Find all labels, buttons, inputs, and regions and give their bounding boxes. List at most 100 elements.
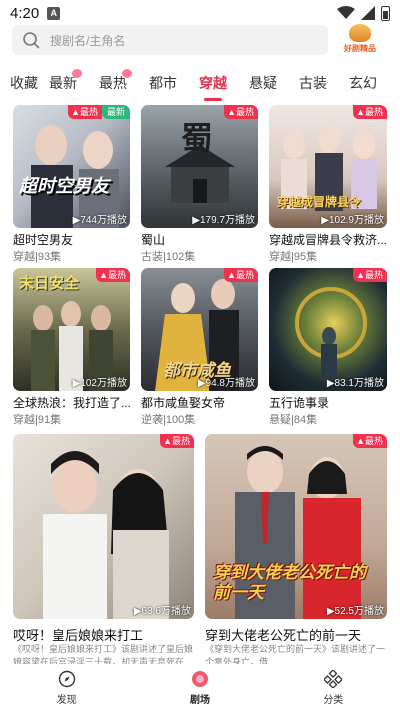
play-count-text: 83.1万播放 xyxy=(334,378,384,389)
drama-card[interactable]: 穿越成冒牌县令 ▲最热 ▶102.9万播放 穿越成冒牌县令救济... 穿越|95… xyxy=(269,105,387,263)
tab-label: 最热 xyxy=(99,75,127,91)
hot-badge-label: 最热 xyxy=(235,107,254,117)
bottom-navigation: 发现 剧场 分类 xyxy=(0,664,400,711)
drama-card[interactable]: 末日安全 ▲最热 ▶102万播放 全球热浪：我打造了... 穿越|91集 xyxy=(13,268,130,426)
hot-badge: ▲最热 xyxy=(353,268,387,282)
poster-art xyxy=(43,451,169,619)
play-count-text: 102万播放 xyxy=(80,378,127,389)
play-count: ▶63.6万播放 xyxy=(133,606,191,617)
hot-badge-label: 最热 xyxy=(171,436,190,446)
hot-badge: ▲最热 xyxy=(353,434,387,448)
hot-badge-label: 最热 xyxy=(364,270,383,280)
status-icons xyxy=(337,5,390,21)
nav-label: 剧场 xyxy=(189,694,210,706)
card-title: 都市咸鱼娶女帝 xyxy=(141,396,226,410)
tab-favorites[interactable]: 收藏 xyxy=(0,68,38,102)
drama-card[interactable]: 超时空男友 ▲最热 最新 ▶744万播放 超时空男友 穿越|93集 xyxy=(13,105,130,263)
hot-badge-label: 最热 xyxy=(79,107,98,117)
play-count: ▶744万播放 xyxy=(72,215,127,226)
signal-icon xyxy=(361,6,375,20)
poster-image: 都市咸鱼 ▲最热 ▶94.8万播放 xyxy=(141,268,258,391)
hot-badge: ▲最热 xyxy=(224,268,258,282)
play-count-text: 94.8万播放 xyxy=(205,378,255,389)
tab-suspense[interactable]: 悬疑 xyxy=(238,68,288,102)
hot-dot-icon xyxy=(122,69,132,78)
hot-dot-icon xyxy=(72,69,82,78)
nav-category[interactable]: 分类 xyxy=(267,664,400,711)
card-meta: 穿越|95集 xyxy=(269,251,318,263)
tab-newest[interactable]: 最新 xyxy=(38,68,88,102)
search-icon xyxy=(23,32,40,49)
logo-badge-icon xyxy=(349,24,371,42)
hot-badge-label: 最热 xyxy=(107,270,126,280)
card-title: 超时空男友 xyxy=(13,233,74,247)
card-title: 全球热浪：我打造了... xyxy=(13,396,130,410)
hot-badge-label: 最热 xyxy=(364,107,383,117)
tab-label: 最新 xyxy=(49,75,77,91)
poster-title: 末日安全 xyxy=(19,275,80,292)
poster-title: 超时空男友 xyxy=(19,176,109,196)
drama-card[interactable]: ▲最热 ▶63.6万播放 哎呀！皇后娘娘来打工 《哎呀！皇后娘娘来打工》该剧讲述… xyxy=(13,434,194,670)
play-count-text: 102.9万播放 xyxy=(328,215,384,226)
tab-fantasy[interactable]: 玄幻 xyxy=(338,68,388,102)
drama-card[interactable]: 蜀 ▲最热 ▶179.7万播放 蜀山 古装|102集 xyxy=(141,105,258,263)
tab-hottest[interactable]: 最热 xyxy=(88,68,138,102)
card-title: 蜀山 xyxy=(141,233,166,247)
play-count: ▶94.8万播放 xyxy=(197,378,255,389)
play-count-text: 179.7万播放 xyxy=(199,215,255,226)
card-title: 五行诡事录 xyxy=(269,396,330,410)
theater-icon xyxy=(191,670,208,687)
card-title: 哎呀！皇后娘娘来打工 xyxy=(13,628,144,643)
battery-icon xyxy=(381,5,390,21)
poster-image: 超时空男友 ▲最热 最新 ▶744万播放 xyxy=(13,105,130,228)
search-placeholder: 搜剧名/主角名 xyxy=(50,33,126,48)
search-input[interactable]: 搜剧名/主角名 xyxy=(12,25,328,55)
hot-badge-label: 最热 xyxy=(235,270,254,280)
hot-badge: ▲最热 xyxy=(353,105,387,119)
poster-image: 末日安全 ▲最热 ▶102万播放 xyxy=(13,268,130,391)
category-tabs: 收藏 最新 最热 都市 穿越 悬疑 古装 玄幻 xyxy=(0,68,400,102)
poster-image: ▲最热 ▶83.1万播放 xyxy=(269,268,387,391)
poster-image: 蜀 ▲最热 ▶179.7万播放 xyxy=(141,105,258,228)
tab-costume[interactable]: 古装 xyxy=(288,68,338,102)
play-count: ▶179.7万播放 xyxy=(192,215,255,226)
hot-badge: ▲最热 xyxy=(224,105,258,119)
play-count: ▶102.9万播放 xyxy=(321,215,384,226)
hot-badge: ▲最热 xyxy=(68,105,102,119)
hot-badge-label: 最热 xyxy=(364,436,383,446)
card-title: 穿越成冒牌县令救济... xyxy=(269,233,387,247)
drama-card[interactable]: 都市咸鱼 ▲最热 ▶94.8万播放 都市咸鱼娶女帝 逆袭|100集 xyxy=(141,268,258,426)
card-title: 穿到大佬老公死亡的前一天 xyxy=(205,628,362,643)
play-count: ▶52.5万播放 xyxy=(326,606,384,617)
nav-theater[interactable]: 剧场 xyxy=(133,664,266,711)
wifi-icon xyxy=(337,6,355,19)
drama-card[interactable]: ▲最热 ▶83.1万播放 五行诡事录 悬疑|84集 xyxy=(269,268,387,426)
card-meta: 穿越|93集 xyxy=(13,251,62,263)
poster-image: 穿到大佬老公死亡的前一天 ▲最热 ▶52.5万播放 xyxy=(205,434,387,619)
nav-label: 分类 xyxy=(323,694,344,706)
app-logo[interactable]: 好剧精品 xyxy=(338,24,382,58)
poster-image: ▲最热 ▶63.6万播放 xyxy=(13,434,194,619)
play-count-text: 52.5万播放 xyxy=(334,606,384,617)
hot-badge: ▲最热 xyxy=(160,434,194,448)
status-time: 4:20 xyxy=(10,4,40,22)
logo-text: 好剧精品 xyxy=(344,44,376,53)
category-icon xyxy=(324,669,343,688)
tab-time-travel[interactable]: 穿越 xyxy=(188,68,238,102)
status-bar: 4:20 A xyxy=(0,0,400,26)
nav-discover[interactable]: 发现 xyxy=(0,664,133,711)
poster-image: 穿越成冒牌县令 ▲最热 ▶102.9万播放 xyxy=(269,105,387,228)
card-meta: 古装|102集 xyxy=(141,251,196,263)
hot-badge: ▲最热 xyxy=(96,268,130,282)
play-count-text: 744万播放 xyxy=(80,215,127,226)
poster-art xyxy=(31,125,119,228)
tab-urban[interactable]: 都市 xyxy=(138,68,188,102)
play-count: ▶83.1万播放 xyxy=(326,378,384,389)
notification-app-icon: A xyxy=(47,6,61,20)
compass-icon xyxy=(58,670,75,687)
new-badge: 最新 xyxy=(101,105,130,119)
drama-card[interactable]: 穿到大佬老公死亡的前一天 ▲最热 ▶52.5万播放 穿到大佬老公死亡的前一天 《… xyxy=(205,434,387,670)
poster-title: 穿越成冒牌县令 xyxy=(277,195,362,209)
poster-art xyxy=(295,287,367,380)
play-count: ▶102万播放 xyxy=(72,378,127,389)
